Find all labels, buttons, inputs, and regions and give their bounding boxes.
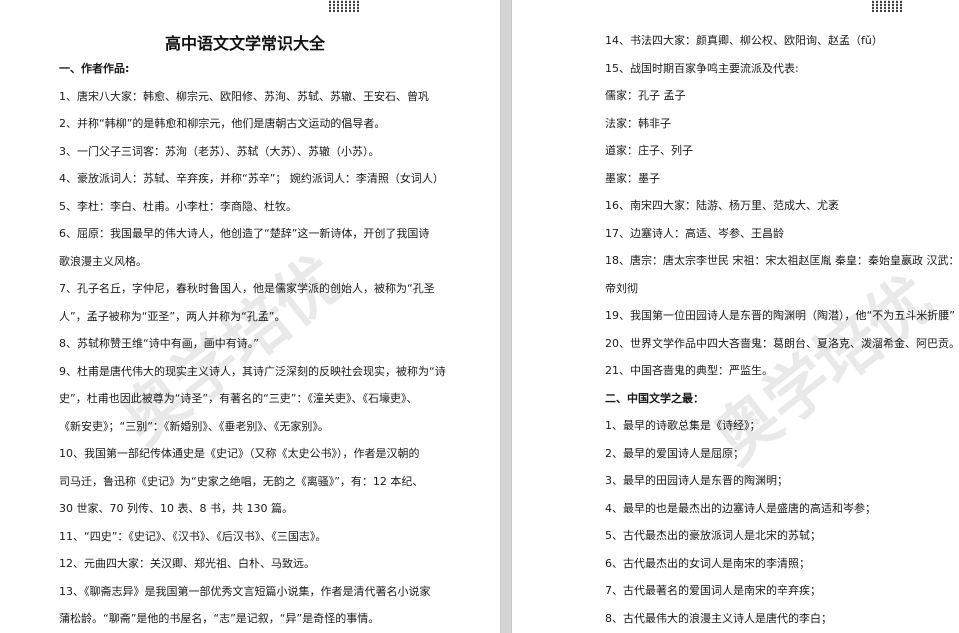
- text-line: 3、一门父子三词客：苏洵（老苏）、苏轼（大苏）、苏辙（小苏）。: [59, 144, 380, 158]
- text-line: 13、《聊斋志异》是我国第一部优秀文言短篇小说集，作者是清代著名小说家: [59, 584, 431, 598]
- text-line: 18、唐宗：唐太宗李世民 宋祖：宋太祖赵匡胤 秦皇：秦始皇嬴政 汉武：汉武: [605, 254, 959, 267]
- document-page-left: 奥学培优 高中语文文学常识大全 一、作者作品: 1、唐宋八大家：韩愈、柳宗元、欧阳…: [0, 0, 500, 633]
- text-line: 道家：庄子、列子: [605, 144, 693, 157]
- text-line: 蒲松龄。“聊斋”是他的书屋名，“志”是记叙，“异”是奇怪的事情。: [59, 612, 380, 625]
- text-line: 史”，杜甫也因此被尊为“诗圣”，有著名的“三吏”：《潼关吏》、《石壕吏》、: [59, 392, 418, 405]
- document-title: 高中语文文学常识大全: [164, 34, 325, 53]
- text-line: 4、最早的也是最杰出的边塞诗人是盛唐的高适和岑参；: [605, 501, 876, 515]
- text-line: 12、元曲四大家：关汉卿、郑光祖、白朴、马致远。: [59, 557, 315, 570]
- text-line: 帝刘彻: [605, 281, 638, 295]
- text-line: 8、苏轼称赞王维“诗中有画，画中有诗。”: [59, 337, 259, 350]
- text-line: 司马迁，鲁迅称《史记》为“史家之绝唱，无韵之《离骚》”，有：12 本纪、: [59, 474, 424, 488]
- section-heading: 一、作者作品:: [59, 62, 130, 75]
- text-line: 歌浪漫主义风格。: [59, 254, 147, 268]
- text-line: 16、南宋四大家：陆游、杨万里、范成大、尤袤: [605, 199, 839, 212]
- text-line: 19、我国第一位田园诗人是东晋的陶渊明（陶潜），他“不为五斗米折腰”: [605, 309, 955, 322]
- text-line: 6、屈原：我国最早的伟大诗人，他创造了“楚辞”这一新诗体，开创了我国诗: [59, 227, 430, 240]
- text-line: 5、古代最杰出的豪放派词人是北宋的苏轼；: [605, 529, 821, 542]
- text-line: 6、古代最杰出的女词人是南宋的李清照；: [605, 556, 810, 570]
- text-line: 5、李杜：李白、杜甫。小李杜：李商隐、杜牧。: [59, 199, 297, 213]
- text-line: 20、世界文学作品中四大吝啬鬼：葛朗台、夏洛克、泼溜希金、阿巴贡。: [605, 336, 959, 350]
- text-line: 15、战国时期百家争鸣主要流派及代表:: [605, 61, 799, 75]
- text-line: 7、孔子名丘，字仲尼，春秋时鲁国人，他是儒家学派的创始人，被称为“孔圣: [59, 282, 435, 295]
- text-line: 11、“四史”：《史记》、《汉书》、《后汉书》、《三国志》。: [59, 529, 327, 543]
- text-line: 17、边塞诗人：高适、岑参、王昌龄: [605, 226, 784, 240]
- document-page-right: 奥学培优 14、书法四大家：颜真卿、柳公权、欧阳询、赵孟（fǔ） 15、战国时期百…: [512, 0, 959, 633]
- text-line: 4、豪放派词人：苏轼、辛弃疾，并称“苏辛”； 婉约派词人：李清照（女词人）: [59, 172, 444, 185]
- text-line: 墨家：墨子: [605, 171, 660, 185]
- text-line: 2、并称“韩柳”的是韩愈和柳宗元，他们是唐朝古文运动的倡导者。: [59, 117, 386, 130]
- text-line: 人”，孟子被称为“亚圣”，两人并称为“孔孟”。: [59, 309, 286, 323]
- section-heading: 二、中国文学之最：: [605, 391, 704, 405]
- text-line: 1、最早的诗歌总集是《诗经》；: [605, 419, 761, 432]
- text-line: 9、杜甫是唐代伟大的现实主义诗人，其诗广泛深刻的反映社会现实，被称为“诗: [59, 364, 446, 378]
- qr-code-icon: [329, 0, 359, 12]
- text-line: 30 世家、70 列传、10 表、8 书，共 130 篇。: [59, 502, 293, 515]
- page-gap: [500, 0, 512, 633]
- text-line: 《新安吏》；“三别”：《新婚别》、《垂老别》、《无家别》。: [59, 419, 329, 433]
- text-line: 8、古代最伟大的浪漫主义诗人是唐代的李白；: [605, 611, 832, 625]
- text-line: 法家：韩非子: [605, 116, 671, 130]
- text-line: 1、唐宋八大家：韩愈、柳宗元、欧阳修、苏洵、苏轼、苏辙、王安石、曾巩: [59, 89, 429, 103]
- text-line: 10、我国第一部纪传体通史是《史记》（又称《太史公书》），作者是汉朝的: [59, 447, 420, 460]
- text-line: 儒家：孔子 孟子: [605, 89, 686, 102]
- text-line: 21、中国吝啬鬼的典型：严监生。: [605, 364, 773, 377]
- text-line: 7、古代最著名的爱国词人是南宋的辛弃疾；: [605, 584, 821, 597]
- qr-code-icon: [872, 0, 902, 12]
- text-line: 2、最早的爱国诗人是屈原；: [605, 446, 744, 460]
- text-line: 3、最早的田园诗人是东晋的陶渊明；: [605, 474, 788, 487]
- text-line: 14、书法四大家：颜真卿、柳公权、欧阳询、赵孟（fǔ）: [605, 34, 883, 47]
